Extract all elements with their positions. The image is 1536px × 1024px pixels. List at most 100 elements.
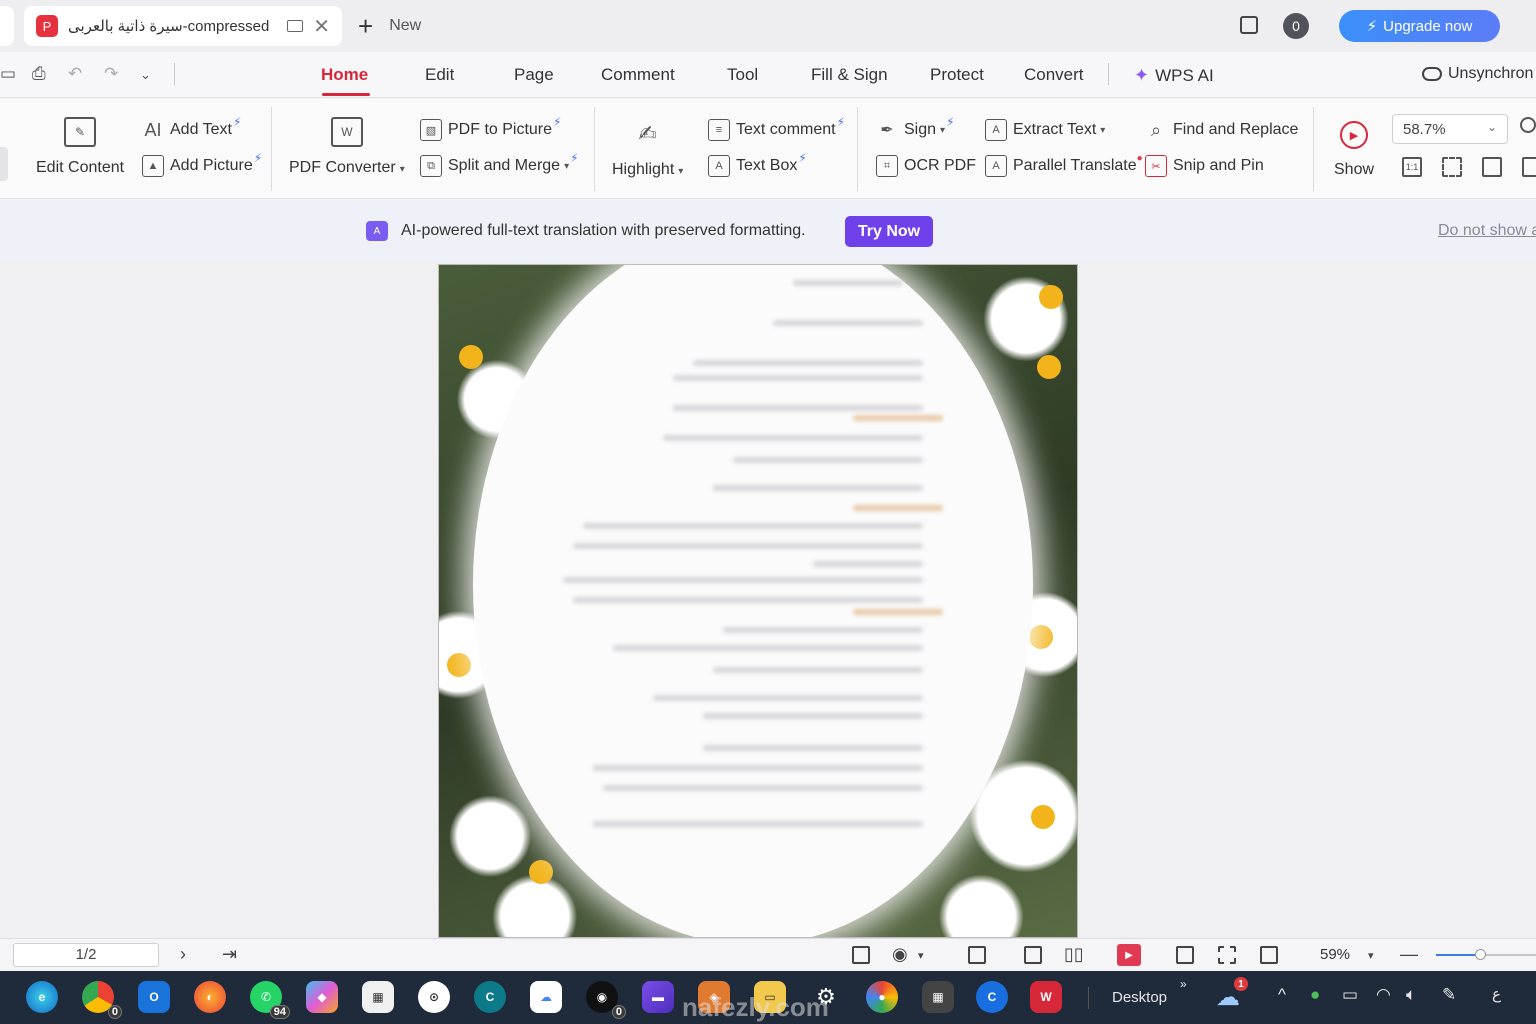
- pen-icon[interactable]: ✎: [1442, 985, 1456, 1005]
- text-comment-button[interactable]: ≡ Text comment ⚡: [708, 115, 845, 141]
- input-language-indicator[interactable]: ع: [1492, 985, 1501, 1003]
- show-button[interactable]: ▶ Show: [1334, 121, 1374, 179]
- page-view-icon[interactable]: [852, 946, 870, 964]
- page-number-input[interactable]: 1/2: [13, 943, 159, 967]
- find-and-replace-button[interactable]: ⌕ Find and Replace: [1145, 119, 1298, 141]
- notification-count-badge[interactable]: 0: [1283, 13, 1309, 39]
- two-page-icon[interactable]: ▯▯: [1064, 944, 1084, 965]
- sync-status[interactable]: Unsynchron: [1422, 65, 1533, 83]
- last-page-icon[interactable]: ⇥: [222, 944, 237, 965]
- fit-page-icon[interactable]: [1442, 157, 1462, 177]
- zoom-select[interactable]: 58.7% ⌄: [1392, 114, 1508, 144]
- firefox-icon[interactable]: ◐: [194, 981, 226, 1013]
- document-tab[interactable]: P سيرة ذاتية بالعربى-compressed ✕: [24, 6, 342, 46]
- volume-icon[interactable]: 🔈︎: [1406, 985, 1416, 1005]
- highlight-button[interactable]: ✍ Highlight ▾: [612, 119, 683, 179]
- document-viewer[interactable]: [0, 262, 1536, 938]
- chevron-down-icon: ▾: [399, 164, 405, 175]
- github-icon[interactable]: ◉ 0: [586, 981, 626, 1019]
- chevron-down-icon[interactable]: ⌄: [140, 67, 151, 83]
- copilot-icon[interactable]: ◆: [306, 981, 338, 1013]
- continuous-scroll-icon[interactable]: [968, 946, 986, 964]
- slideshow-play-icon[interactable]: ▶: [1117, 944, 1141, 966]
- outlook-icon[interactable]: O: [138, 981, 170, 1013]
- tab-home[interactable]: Home: [321, 65, 368, 85]
- close-tab-icon[interactable]: ✕: [313, 14, 330, 39]
- canva-icon[interactable]: C: [976, 981, 1008, 1013]
- text-box-button[interactable]: A Text Box ⚡: [708, 151, 807, 177]
- zoom-out-icon[interactable]: [1520, 117, 1536, 133]
- single-page-icon[interactable]: [1024, 946, 1042, 964]
- flower-decoration: [459, 345, 483, 369]
- pdf-page[interactable]: [438, 264, 1078, 938]
- tab-comment[interactable]: Comment: [601, 65, 675, 85]
- split-and-merge-button[interactable]: ⧉ Split and Merge ▾ ⚡: [420, 151, 579, 177]
- zoom-slider-handle[interactable]: [1475, 949, 1486, 960]
- wps-office-icon[interactable]: W: [1030, 981, 1062, 1013]
- chevron-right-icon[interactable]: »: [1180, 977, 1187, 991]
- tab-protect[interactable]: Protect: [930, 65, 984, 85]
- actual-size-icon[interactable]: 1:1: [1402, 157, 1422, 177]
- add-text-label: Add Text: [170, 121, 232, 138]
- translation-notice-bar: A AI-powered full-text translation with …: [0, 200, 1536, 262]
- undo-icon[interactable]: ↶: [68, 64, 82, 84]
- reading-mode-icon[interactable]: [1176, 946, 1194, 964]
- chrome-tray-icon[interactable]: ●: [1310, 985, 1320, 1005]
- fit-screen-icon[interactable]: [1218, 946, 1236, 964]
- edit-content-button[interactable]: ✎ Edit Content: [36, 117, 124, 177]
- wifi-icon[interactable]: ◠: [1376, 985, 1391, 1005]
- edge-browser-icon[interactable]: e: [26, 981, 58, 1013]
- premium-spark-icon: ⚡: [570, 151, 579, 165]
- calculator-icon[interactable]: ▦: [922, 981, 954, 1013]
- try-now-button[interactable]: Try Now: [845, 216, 933, 247]
- status-zoom-value[interactable]: 59%: [1320, 946, 1350, 963]
- chevron-down-icon[interactable]: ▾: [1368, 949, 1374, 962]
- pdf-to-picture-button[interactable]: ▧ PDF to Picture ⚡: [420, 115, 561, 141]
- eye-icon[interactable]: ◉: [892, 944, 908, 965]
- chevron-down-icon[interactable]: ▾: [918, 949, 924, 962]
- tab-wps-ai[interactable]: ✦ WPS AI: [1134, 65, 1214, 86]
- clipchamp-icon[interactable]: ▬: [642, 981, 674, 1013]
- zoom-out-minus-icon[interactable]: —: [1400, 944, 1418, 965]
- active-tab-underline: [322, 93, 370, 96]
- extract-text-button[interactable]: A Extract Text ▾: [985, 119, 1105, 141]
- chrome-icon[interactable]: 0: [82, 981, 122, 1019]
- app-icon[interactable]: ⊙: [418, 981, 450, 1013]
- ribbon-collapse-handle[interactable]: [0, 147, 8, 181]
- sign-button[interactable]: ✒ Sign ▾ ⚡: [876, 115, 954, 141]
- whatsapp-icon[interactable]: ✆ 94: [250, 981, 290, 1019]
- rotate-icon[interactable]: [1522, 157, 1536, 177]
- chrome-canary-icon[interactable]: ●: [866, 981, 898, 1013]
- battery-icon[interactable]: ▭: [1342, 985, 1358, 1005]
- ocr-pdf-button[interactable]: ⌗ OCR PDF: [876, 155, 976, 177]
- upgrade-now-button[interactable]: ⚡ Upgrade now: [1339, 10, 1500, 42]
- new-tab-button[interactable]: + New: [358, 11, 421, 41]
- previous-tab-stub[interactable]: [0, 6, 14, 46]
- add-picture-button[interactable]: ▲ Add Picture ⚡: [142, 151, 262, 177]
- parallel-translate-button[interactable]: A Parallel Translate ●: [985, 153, 1143, 177]
- chevron-up-icon[interactable]: ^: [1278, 985, 1286, 1005]
- next-page-icon[interactable]: ›: [180, 944, 186, 965]
- fit-width-icon[interactable]: [1482, 157, 1502, 177]
- save-icon[interactable]: ▭: [0, 64, 16, 84]
- weather-cloud-icon[interactable]: ☁ 1: [1212, 977, 1248, 1013]
- do-not-show-link[interactable]: Do not show a: [1438, 222, 1536, 240]
- tab-fill-sign[interactable]: Fill & Sign: [811, 65, 888, 85]
- tab-page[interactable]: Page: [514, 65, 554, 85]
- tab-convert[interactable]: Convert: [1024, 65, 1084, 85]
- monitor-icon[interactable]: [287, 20, 304, 32]
- tab-edit[interactable]: Edit: [425, 65, 454, 85]
- google-drive-icon[interactable]: ☁: [530, 981, 562, 1013]
- redo-icon[interactable]: ↷: [104, 64, 118, 84]
- print-icon[interactable]: ⎙: [32, 64, 46, 84]
- snip-and-pin-button[interactable]: ✂ Snip and Pin: [1145, 155, 1264, 177]
- add-text-button[interactable]: AI Add Text ⚡: [142, 115, 241, 141]
- pdf-converter-button[interactable]: W PDF Converter ▾: [289, 117, 405, 177]
- microsoft-store-icon[interactable]: ▦: [362, 981, 394, 1013]
- fit-width-icon[interactable]: [1260, 946, 1278, 964]
- edge-dev-icon[interactable]: C: [474, 981, 506, 1013]
- tab-tool[interactable]: Tool: [727, 65, 758, 85]
- show-label: Show: [1334, 161, 1375, 178]
- window-restore-icon[interactable]: [1240, 16, 1258, 34]
- desktop-toolbar-label[interactable]: Desktop: [1112, 989, 1167, 1006]
